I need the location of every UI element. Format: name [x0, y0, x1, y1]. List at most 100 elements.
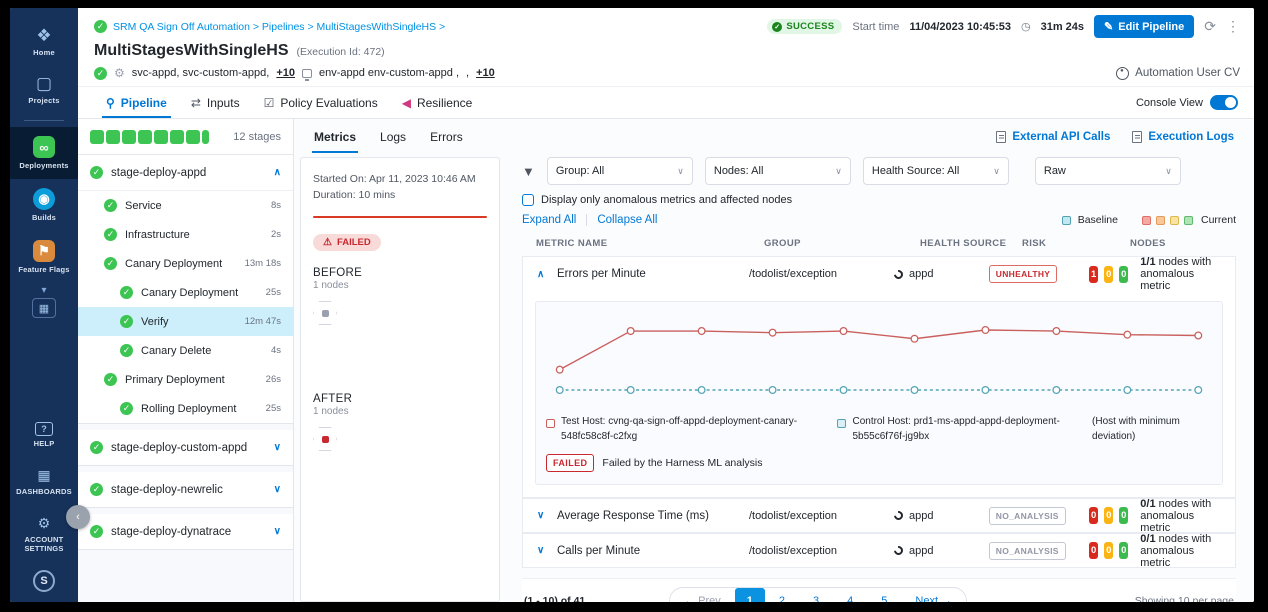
api-doc-icon — [996, 131, 1006, 143]
yellow-node-count: 0 — [1104, 266, 1113, 283]
data-mode-select[interactable]: Raw ∨ — [1035, 157, 1181, 185]
sidebar-item-home[interactable]: ❖ Home — [10, 18, 78, 66]
nav-expand-chevron-icon[interactable]: ▾ — [41, 283, 46, 298]
metric-row-errors-per-minute[interactable]: ∧ Errors per Minute /todolist/exception … — [522, 256, 1236, 291]
user-chip: Automation User CV — [1116, 67, 1240, 80]
stage-success-icon: ✓ — [90, 166, 103, 179]
tab-pipeline[interactable]: ⚲ Pipeline — [94, 87, 179, 118]
step-rolling-deployment[interactable]: ✓ Rolling Deployment 25s — [78, 394, 293, 423]
tab-logs[interactable]: Logs — [368, 121, 418, 153]
current-green-swatch — [1184, 216, 1193, 225]
environments-more-link[interactable]: +10 — [476, 67, 495, 79]
sidebar-item-help[interactable]: ? HELP — [10, 413, 78, 457]
sidebar-item-feature-flags[interactable]: ⚑ Feature Flags — [10, 231, 78, 283]
external-api-calls-link[interactable]: External API Calls — [996, 131, 1110, 143]
stage-name: stage-deploy-dynatrace — [111, 526, 231, 538]
nodes-filter-select[interactable]: Nodes: All ∨ — [705, 157, 851, 185]
edit-pipeline-button[interactable]: ✎ Edit Pipeline — [1094, 15, 1194, 38]
stage-card-newrelic: ✓ stage-deploy-newrelic ∨ — [78, 472, 293, 508]
test-host-checkbox[interactable] — [546, 419, 555, 428]
step-success-icon: ✓ — [104, 257, 117, 270]
user-avatar[interactable]: S — [33, 570, 55, 592]
step-service[interactable]: ✓ Service 8s — [78, 191, 293, 220]
execution-logs-link[interactable]: Execution Logs — [1132, 131, 1234, 143]
control-host-checkbox[interactable] — [837, 419, 846, 428]
prev-page-button[interactable]: ← Prev — [670, 588, 735, 602]
kebab-menu-icon[interactable]: ⋮ — [1226, 18, 1240, 35]
stage-success-icon: ✓ — [90, 441, 103, 454]
module-picker-icon[interactable]: ▦ — [32, 298, 56, 318]
page-button-5[interactable]: 5 — [867, 588, 901, 602]
sidebar-item-dashboards[interactable]: ▦ DASHBOARDS — [10, 457, 78, 505]
chevron-up-icon[interactable]: ∧ — [274, 167, 281, 178]
after-node-hexagon[interactable] — [313, 427, 337, 451]
page-button-3[interactable]: 3 — [799, 588, 833, 602]
chevron-down-icon[interactable]: ∨ — [274, 484, 281, 495]
chevron-down-icon[interactable]: ∨ — [274, 526, 281, 537]
step-canary-delete[interactable]: ✓ Canary Delete 4s — [78, 336, 293, 365]
risk-badge: NO_ANALYSIS — [989, 507, 1066, 525]
stage-item-custom-appd[interactable]: ✓ stage-deploy-custom-appd ∨ — [78, 430, 293, 465]
page-button-2[interactable]: 2 — [765, 588, 799, 602]
breadcrumb[interactable]: SRM QA Sign Off Automation > Pipelines >… — [113, 21, 445, 33]
before-node-hexagon[interactable] — [313, 301, 337, 325]
tab-policy-evaluations[interactable]: ☑ Policy Evaluations — [252, 87, 390, 118]
stage-item-dynatrace[interactable]: ✓ stage-deploy-dynatrace ∨ — [78, 514, 293, 549]
edit-pipeline-label: Edit Pipeline — [1118, 21, 1184, 33]
sidebar-item-builds[interactable]: ◉ Builds — [10, 179, 78, 231]
services-more-link[interactable]: +10 — [276, 67, 295, 79]
stage-item-deploy-appd[interactable]: ✓ stage-deploy-appd ∧ — [78, 155, 293, 191]
chevron-up-icon[interactable]: ∧ — [537, 269, 551, 280]
data-mode-value: Raw — [1044, 165, 1066, 177]
sidebar-label: DASHBOARDS — [16, 487, 72, 496]
tab-errors[interactable]: Errors — [418, 121, 475, 153]
step-primary-deployment[interactable]: ✓ Primary Deployment 26s — [78, 365, 293, 394]
status-badge: ✓ SUCCESS — [767, 19, 842, 34]
step-time: 25s — [266, 287, 281, 298]
chevron-down-icon[interactable]: ∨ — [274, 442, 281, 453]
tab-resilience[interactable]: ◀ Resilience — [390, 87, 485, 118]
group-filter-select[interactable]: Group: All ∨ — [547, 157, 693, 185]
stage-success-icon: ✓ — [90, 483, 103, 496]
step-infrastructure[interactable]: ✓ Infrastructure 2s — [78, 220, 293, 249]
stage-card-custom-appd: ✓ stage-deploy-custom-appd ∨ — [78, 430, 293, 466]
health-source-filter-select[interactable]: Health Source: All ∨ — [863, 157, 1009, 185]
pagination-controls: ← Prev 1 2 3 4 5 Next → — [669, 587, 967, 602]
metric-row-avg-response-time[interactable]: ∨ Average Response Time (ms) /todolist/e… — [522, 498, 1236, 533]
chevron-down-icon[interactable]: ∨ — [537, 545, 551, 556]
col-nodes: NODES — [1130, 238, 1222, 249]
page-button-1[interactable]: 1 — [735, 588, 765, 602]
step-canary-deployment-group[interactable]: ✓ Canary Deployment 13m 18s — [78, 249, 293, 278]
inputs-icon: ⇄ — [191, 96, 201, 110]
console-view-label: Console View — [1136, 97, 1203, 109]
collapse-all-link[interactable]: Collapse All — [597, 214, 657, 226]
expand-all-link[interactable]: Expand All — [522, 214, 576, 226]
clock-icon: ◷ — [1021, 20, 1031, 33]
filter-icon[interactable]: ▼ — [522, 164, 535, 179]
step-canary-deployment[interactable]: ✓ Canary Deployment 25s — [78, 278, 293, 307]
metric-row-calls-per-minute[interactable]: ∨ Calls per Minute /todolist/exception a… — [522, 533, 1236, 568]
next-page-button[interactable]: Next → — [901, 588, 966, 602]
panel-collapse-handle[interactable]: ‹ — [66, 505, 90, 529]
verify-detail-panel: Metrics Logs Errors External API Calls E… — [294, 119, 1254, 602]
appdynamics-icon — [892, 268, 905, 281]
console-view-toggle[interactable] — [1210, 95, 1238, 110]
stage-item-newrelic[interactable]: ✓ stage-deploy-newrelic ∨ — [78, 472, 293, 507]
tab-inputs[interactable]: ⇄ Inputs — [179, 87, 252, 118]
shield-check-icon: ☑ — [264, 96, 275, 110]
yellow-node-count: 0 — [1104, 542, 1113, 559]
chevron-down-icon[interactable]: ∨ — [537, 510, 551, 521]
step-success-icon: ✓ — [120, 286, 133, 299]
page-button-4[interactable]: 4 — [833, 588, 867, 602]
refresh-icon[interactable]: ⟳ — [1204, 18, 1216, 35]
step-time: 8s — [271, 200, 281, 211]
tab-metrics[interactable]: Metrics — [302, 121, 368, 153]
execution-id: (Execution Id: 472) — [297, 46, 385, 58]
step-time: 4s — [271, 345, 281, 356]
errors-per-minute-chart[interactable] — [546, 312, 1212, 404]
environments-list: env-appd env-custom-appd , — [319, 67, 459, 79]
anomalous-only-checkbox[interactable] — [522, 194, 534, 206]
sidebar-item-deployments[interactable]: ∞ Deployments — [10, 127, 78, 179]
sidebar-item-projects[interactable]: ▢ Projects — [10, 66, 78, 114]
step-verify[interactable]: ✓ Verify 12m 47s — [78, 307, 293, 336]
